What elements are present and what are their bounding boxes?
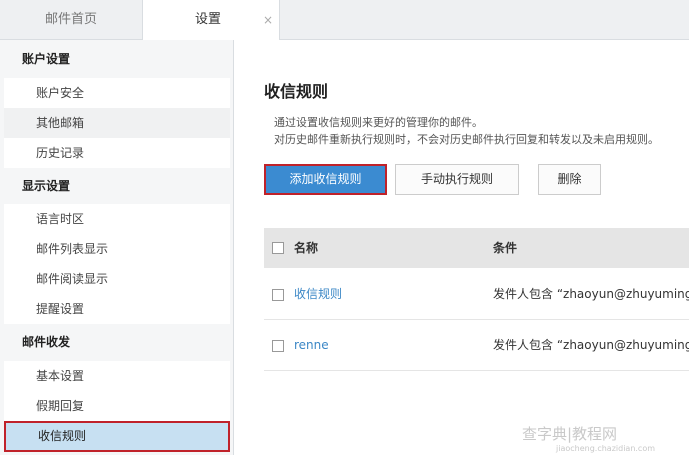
table-row[interactable]: 收信规则 发件人包含 “zhaoyun@zhuyuming.so [264, 269, 689, 320]
rules-table-header: 名称 条件 [264, 228, 689, 268]
tab-settings[interactable]: 设置 × [142, 0, 280, 41]
table-row[interactable]: renne 发件人包含 “zhaoyun@zhuyuming.so [264, 320, 689, 371]
sidebar-item-history[interactable]: 历史记录 [4, 138, 230, 168]
tab-settings-label: 设置 [194, 12, 221, 27]
main-panel: 收信规则 通过设置收信规则来更好的管理你的邮件。 对历史邮件重新执行规则时，不会… [234, 40, 689, 455]
description-line-2: 对历史邮件重新执行规则时，不会对历史邮件执行回复和转发以及未启用规则。 [274, 133, 659, 146]
delete-button[interactable]: 删除 [538, 164, 601, 195]
rule-name-link[interactable]: 收信规则 [294, 269, 342, 320]
column-header-name[interactable]: 名称 [294, 228, 318, 268]
select-all-checkbox[interactable] [272, 242, 284, 254]
sidebar-item-account-security[interactable]: 账户安全 [4, 78, 230, 108]
sidebar-item-inbox-rules[interactable]: 收信规则 [4, 421, 230, 452]
site-watermark: 查字典|教程网 [522, 425, 618, 443]
rule-condition: 发件人包含 “zhaoyun@zhuyuming.so [493, 287, 689, 301]
close-icon[interactable]: × [263, 0, 273, 40]
sidebar-item-basic-settings[interactable]: 基本设置 [4, 361, 230, 391]
row-checkbox[interactable] [272, 340, 284, 352]
run-rules-manually-button[interactable]: 手动执行规则 [395, 164, 519, 195]
tab-bar: 邮件首页 设置 × [0, 0, 689, 41]
sidebar-item-vacation-reply[interactable]: 假期回复 [4, 391, 230, 421]
page-description: 通过设置收信规则来更好的管理你的邮件。 对历史邮件重新执行规则时，不会对历史邮件… [274, 114, 659, 148]
settings-sidebar: 账户设置 账户安全 其他邮箱 历史记录 显示设置 语言时区 邮件列表显示 邮件阅… [0, 40, 234, 455]
row-checkbox[interactable] [272, 289, 284, 301]
sidebar-item-language-timezone[interactable]: 语言时区 [4, 204, 230, 234]
site-watermark-url: jiaocheng.chazidian.com [556, 444, 656, 453]
sidebar-item-reminders[interactable]: 提醒设置 [4, 294, 230, 324]
sidebar-item-list-display[interactable]: 邮件列表显示 [4, 234, 230, 264]
sidebar-item-other-mailbox[interactable]: 其他邮箱 [4, 108, 230, 138]
page-title: 收信规则 [264, 82, 329, 101]
column-header-condition[interactable]: 条件 [493, 228, 517, 268]
sidebar-heading-account: 账户设置 [4, 44, 230, 74]
sidebar-heading-send-receive: 邮件收发 [4, 327, 230, 357]
description-line-1: 通过设置收信规则来更好的管理你的邮件。 [274, 116, 483, 129]
sidebar-item-read-display[interactable]: 邮件阅读显示 [4, 264, 230, 294]
tab-mail-home[interactable]: 邮件首页 [0, 0, 142, 40]
rule-name-link[interactable]: renne [294, 320, 329, 371]
add-rule-button[interactable]: 添加收信规则 [264, 164, 387, 195]
rule-condition: 发件人包含 “zhaoyun@zhuyuming.so [493, 338, 689, 352]
sidebar-heading-display: 显示设置 [4, 171, 230, 201]
